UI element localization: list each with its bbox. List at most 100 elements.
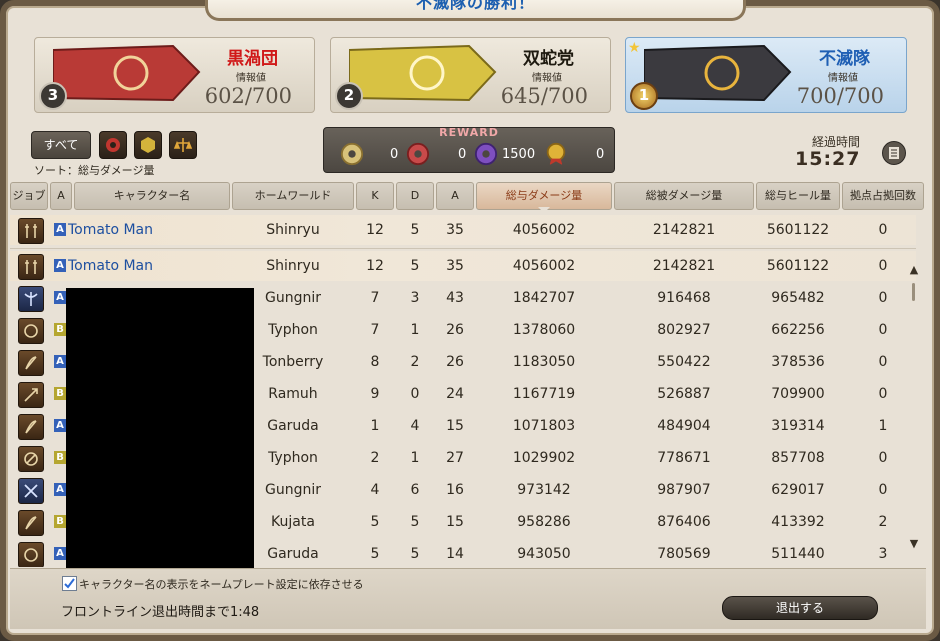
heal: 413392	[771, 514, 825, 530]
winner-star-icon: ★	[628, 40, 641, 56]
header-damage-dealt[interactable]: 総与ダメージ量	[476, 182, 612, 210]
heal: 629017	[771, 482, 825, 498]
damage-dealt: 4056002	[512, 258, 576, 274]
reward-item: 1500	[474, 142, 544, 166]
character-name: Tomato Man	[68, 222, 153, 238]
damage-taken: 2142821	[652, 222, 716, 238]
immortal-flames-filter-icon[interactable]	[169, 131, 197, 159]
damage-dealt: 4056002	[512, 222, 576, 238]
job-icon	[18, 318, 44, 344]
heal: 5601122	[766, 222, 830, 238]
alliance-badge: A	[54, 419, 66, 432]
reward-value: 0	[596, 147, 605, 162]
gc-name-twin-adder: 双蛇党	[523, 49, 574, 69]
damage-dealt: 973142	[517, 482, 571, 498]
gc-card-maelstrom: 3 黒渦団 情報値 602/700	[34, 37, 315, 113]
job-icon	[18, 478, 44, 504]
medal-icon	[546, 142, 566, 166]
scrollbar[interactable]	[912, 283, 915, 301]
sort-label: ソート：総与ダメージ量	[34, 164, 155, 177]
table-row[interactable]: A Tomato Man Shinryu 12 5 35 4056002 214…	[10, 251, 916, 281]
captures: 0	[878, 482, 888, 498]
filter-all-button[interactable]: すべて	[31, 131, 91, 159]
maelstrom-filter-icon[interactable]	[99, 131, 127, 159]
deaths: 5	[410, 222, 420, 238]
header-home-world[interactable]: ホームワールド	[232, 182, 354, 210]
header-damage-taken[interactable]: 総被ダメージ量	[614, 182, 754, 210]
self-row[interactable]: A Tomato Man Shinryu 12 5 35 4056002 214…	[10, 215, 916, 245]
damage-taken: 778671	[657, 450, 711, 466]
damage-taken: 916468	[657, 290, 711, 306]
log-icon[interactable]	[882, 141, 906, 165]
heal: 709900	[771, 386, 825, 402]
header-assists[interactable]: A	[436, 182, 474, 210]
home-world: Shinryu	[266, 222, 320, 238]
red-seal-icon	[406, 142, 430, 166]
gold-seal-icon	[340, 142, 364, 166]
alliance-badge: B	[54, 451, 66, 464]
kills: 4	[370, 482, 380, 498]
nameplate-checkbox[interactable]	[62, 576, 77, 591]
deaths: 1	[410, 322, 420, 338]
job-icon	[18, 446, 44, 472]
assists: 27	[446, 450, 464, 466]
job-icon	[18, 254, 44, 280]
rank-badge-2: 2	[335, 82, 363, 110]
header-captures[interactable]: 拠点占拠回数	[842, 182, 924, 210]
alliance-badge: A	[54, 259, 66, 272]
job-icon	[18, 542, 44, 567]
deaths: 3	[410, 290, 420, 306]
captures: 0	[878, 290, 888, 306]
captures: 0	[878, 258, 888, 274]
damage-dealt: 1378060	[512, 322, 576, 338]
header-kills[interactable]: K	[356, 182, 394, 210]
kills: 7	[370, 322, 380, 338]
damage-taken: 802927	[657, 322, 711, 338]
header-heal[interactable]: 総与ヒール量	[756, 182, 840, 210]
alliance-badge: A	[54, 355, 66, 368]
assists: 26	[446, 354, 464, 370]
heal: 5601122	[766, 258, 830, 274]
exit-button[interactable]: 退出する	[722, 596, 878, 620]
deaths: 5	[410, 258, 420, 274]
damage-taken: 987907	[657, 482, 711, 498]
job-icon	[18, 350, 44, 376]
rank-badge-1: 1	[630, 82, 658, 110]
result-title: 不滅隊の勝利！	[415, 0, 535, 12]
assists: 26	[446, 322, 464, 338]
header-deaths[interactable]: D	[396, 182, 434, 210]
gc-name-immortal-flames: 不滅隊	[819, 49, 870, 69]
twin-adder-filter-icon[interactable]	[134, 131, 162, 159]
kills: 12	[366, 222, 384, 238]
header-character-name[interactable]: キャラクター名	[74, 182, 230, 210]
captures: 0	[878, 222, 888, 238]
heal: 965482	[771, 290, 825, 306]
alliance-badge: A	[54, 291, 66, 304]
heal: 511440	[771, 546, 825, 562]
deaths: 1	[410, 450, 420, 466]
heal: 319314	[771, 418, 825, 434]
deaths: 5	[410, 514, 420, 530]
deaths: 5	[410, 546, 420, 562]
assists: 35	[446, 222, 464, 238]
gc-info-value: 645/700	[500, 84, 588, 108]
damage-taken: 2142821	[652, 258, 716, 274]
gc-info-value: 700/700	[796, 84, 884, 108]
nameplate-checkbox-label[interactable]: キャラクター名の表示をネームプレート設定に依存させる	[79, 576, 364, 592]
assists: 15	[446, 418, 464, 434]
damage-dealt: 1167719	[512, 386, 576, 402]
gc-name-maelstrom: 黒渦団	[227, 49, 278, 69]
scroll-up-icon[interactable]: ▲	[908, 264, 920, 276]
kills: 8	[370, 354, 380, 370]
exit-timer: フロントライン退出時間まで1:48	[61, 605, 260, 620]
deaths: 2	[410, 354, 420, 370]
heal: 378536	[771, 354, 825, 370]
gc-info-value: 602/700	[204, 84, 292, 108]
job-icon	[18, 510, 44, 536]
header-alliance[interactable]: A	[50, 182, 72, 210]
captures: 0	[878, 354, 888, 370]
assists: 35	[446, 258, 464, 274]
gc-card-twin-adder: 2 双蛇党 情報値 645/700	[330, 37, 611, 113]
header-job[interactable]: ジョブ	[10, 182, 48, 210]
scroll-down-icon[interactable]: ▼	[908, 538, 920, 550]
